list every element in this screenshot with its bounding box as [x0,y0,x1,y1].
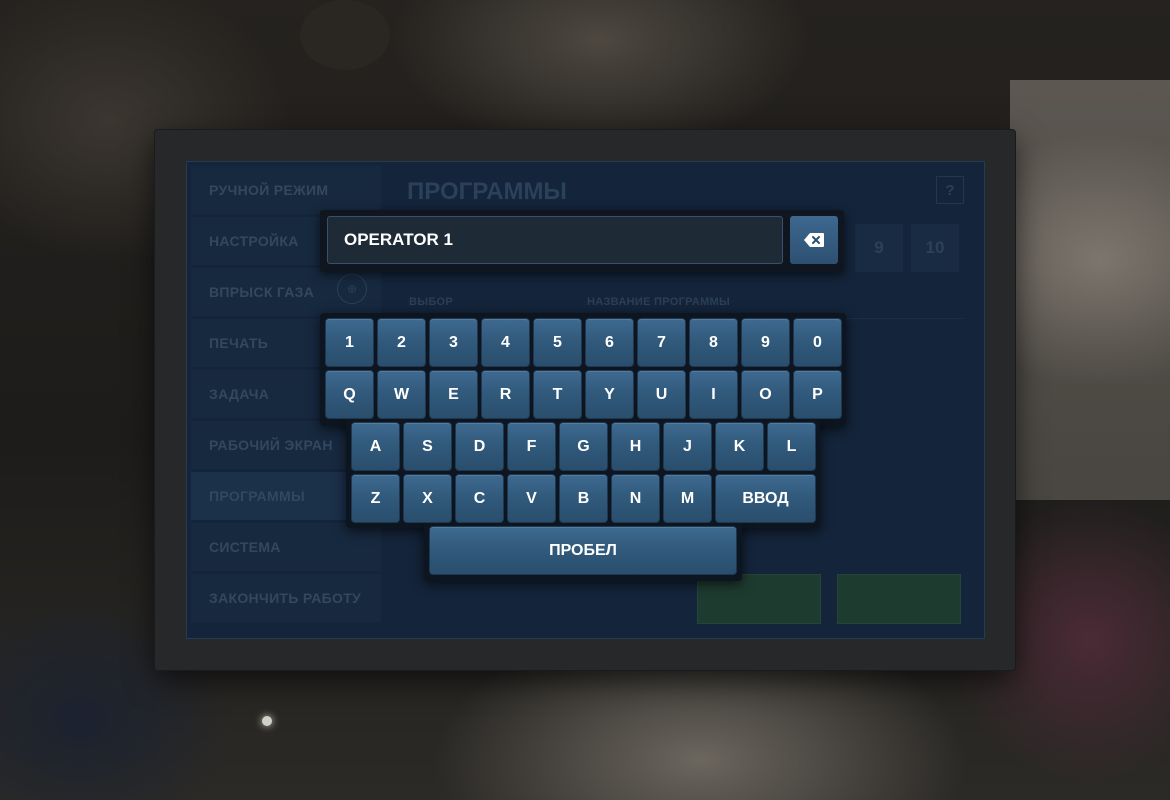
key-w[interactable]: W [377,370,426,419]
key-u[interactable]: U [637,370,686,419]
key-c[interactable]: C [455,474,504,523]
sidebar-item-label: ПРОГРАММЫ [209,488,305,504]
sidebar-item-label: ЗАДАЧА [209,386,270,402]
sidebar-item-label: РУЧНОЙ РЕЖИМ [209,182,329,198]
key-i[interactable]: I [689,370,738,419]
key-9[interactable]: 9 [741,318,790,367]
key-o[interactable]: O [741,370,790,419]
gas-injection-icon: ⊕ [337,274,367,304]
sidebar-item-label: РАБОЧИЙ ЭКРАН [209,437,333,453]
key-q[interactable]: Q [325,370,374,419]
key-l[interactable]: L [767,422,816,471]
key-k[interactable]: K [715,422,764,471]
key-f[interactable]: F [507,422,556,471]
sidebar-item-finish-work[interactable]: ЗАКОНЧИТЬ РАБОТУ [191,574,381,622]
key-t[interactable]: T [533,370,582,419]
column-header-program-name: НАЗВАНИЕ ПРОГРАММЫ [587,296,731,308]
page-title: ПРОГРАММЫ [407,178,567,205]
key-7[interactable]: 7 [637,318,686,367]
background-light [262,716,272,726]
key-r[interactable]: R [481,370,530,419]
sidebar-item-manual-mode[interactable]: РУЧНОЙ РЕЖИМ [191,166,381,214]
sidebar-item-label: ВПРЫСК ГАЗА [209,284,315,300]
key-j[interactable]: J [663,422,712,471]
key-5[interactable]: 5 [533,318,582,367]
action-button-left[interactable] [697,574,821,624]
key-g[interactable]: G [559,422,608,471]
key-6[interactable]: 6 [585,318,634,367]
text-input[interactable]: OPERATOR 1 [327,216,783,264]
backspace-button[interactable] [790,216,838,264]
key-p[interactable]: P [793,370,842,419]
action-button-right[interactable] [837,574,961,624]
sidebar-item-label: НАСТРОЙКА [209,233,299,249]
key-b[interactable]: B [559,474,608,523]
key-x[interactable]: X [403,474,452,523]
key-m[interactable]: M [663,474,712,523]
background-wall [1010,80,1170,500]
sidebar-item-system[interactable]: СИСТЕМА [191,523,381,571]
key-d[interactable]: D [455,422,504,471]
backspace-icon [804,233,824,247]
background-gear [300,0,390,70]
key-8[interactable]: 8 [689,318,738,367]
key-3[interactable]: 3 [429,318,478,367]
space-key[interactable]: ПРОБЕЛ [429,526,737,575]
key-h[interactable]: H [611,422,660,471]
key-z[interactable]: Z [351,474,400,523]
key-2[interactable]: 2 [377,318,426,367]
key-s[interactable]: S [403,422,452,471]
sidebar-item-label: ПЕЧАТЬ [209,335,269,351]
sidebar-item-label: ЗАКОНЧИТЬ РАБОТУ [209,590,362,606]
key-e[interactable]: E [429,370,478,419]
page-tab-10[interactable]: 10 [911,224,959,272]
help-button[interactable]: ? [936,176,964,204]
column-header-select: ВЫБОР [409,296,454,308]
key-1[interactable]: 1 [325,318,374,367]
keyboard-input-panel: OPERATOR 1 [320,210,844,272]
key-a[interactable]: A [351,422,400,471]
key-4[interactable]: 4 [481,318,530,367]
key-0[interactable]: 0 [793,318,842,367]
sidebar-item-label: СИСТЕМА [209,539,281,555]
enter-key[interactable]: ВВОД [715,474,816,523]
key-v[interactable]: V [507,474,556,523]
key-n[interactable]: N [611,474,660,523]
page-tab-9[interactable]: 9 [855,224,903,272]
key-y[interactable]: Y [585,370,634,419]
